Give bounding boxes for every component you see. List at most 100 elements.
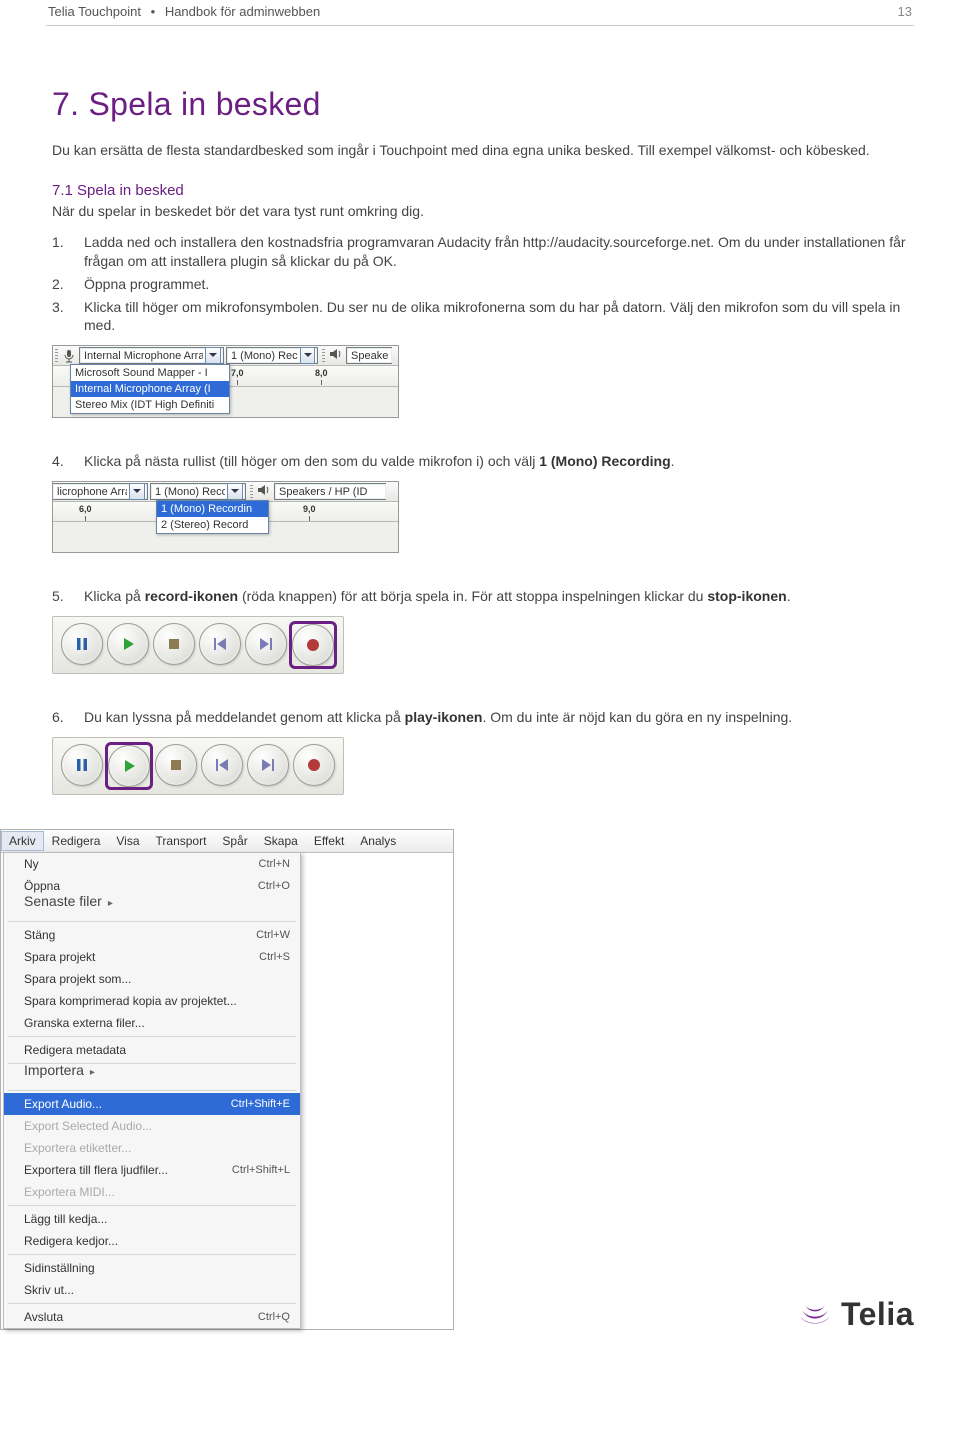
stop-button[interactable] — [155, 744, 197, 786]
telia-logo: Telia — [797, 1296, 914, 1333]
dropdown-value: licrophone Arra — [57, 486, 127, 498]
toolbar-grip — [53, 346, 59, 365]
menubar-item[interactable]: Spår — [214, 831, 255, 851]
step-text: Klicka på nästa rullist (till höger om d… — [84, 452, 675, 471]
dropdown-option[interactable]: Stereo Mix (IDT High Definiti — [71, 397, 229, 413]
subsection-heading: 7.1 Spela in besked — [52, 182, 908, 199]
speaker-icon — [329, 347, 343, 364]
transport-toolbar — [52, 616, 344, 674]
menu-item[interactable]: Importera — [4, 1066, 300, 1088]
dropdown-value: 1 (Mono) Reco — [155, 486, 225, 498]
menu-item[interactable]: AvslutaCtrl+Q — [4, 1306, 300, 1328]
menu-item[interactable]: NyCtrl+N — [4, 853, 300, 875]
skip-end-button[interactable] — [247, 744, 289, 786]
step-number: 1. — [52, 233, 68, 271]
input-device-options: Microsoft Sound Mapper - I Internal Micr… — [70, 364, 230, 414]
menu-item[interactable]: Senaste filer — [4, 897, 300, 919]
menu-item[interactable]: Spara projektCtrl+S — [4, 946, 300, 968]
toolbar-grip — [320, 346, 326, 365]
audacity-channels-dropdown-figure: licrophone Arra 1 (Mono) Reco Speakers /… — [52, 481, 399, 553]
menu-item[interactable]: Skriv ut... — [4, 1279, 300, 1301]
menubar-item[interactable]: Effekt — [306, 831, 352, 851]
dropdown-option[interactable]: 2 (Stereo) Record — [157, 517, 268, 533]
dropdown-option[interactable]: 1 (Mono) Recordin — [157, 501, 268, 517]
ruler-tick: 8,0 — [315, 368, 328, 378]
speaker-icon — [257, 483, 271, 500]
ruler-tick: 7,0 — [231, 368, 244, 378]
channels-dropdown[interactable]: 1 (Mono) Reco — [226, 347, 318, 364]
menu-item: Exportera etiketter... — [4, 1137, 300, 1159]
record-button[interactable] — [293, 744, 335, 786]
pause-button[interactable] — [61, 623, 103, 665]
chevron-down-icon — [129, 483, 145, 500]
menubar-item[interactable]: Analys — [352, 831, 404, 851]
chevron-down-icon — [205, 347, 221, 364]
dropdown-option[interactable]: Microsoft Sound Mapper - I — [71, 365, 229, 381]
skip-start-button[interactable] — [201, 744, 243, 786]
input-device-dropdown[interactable]: Internal Microphone Arra — [79, 347, 224, 364]
play-button[interactable] — [107, 623, 149, 665]
step-number: 5. — [52, 587, 68, 606]
toolbar-grip — [248, 482, 254, 501]
menu-item[interactable]: Redigera metadata — [4, 1039, 300, 1061]
dropdown-value: Speake — [351, 350, 390, 362]
arkiv-menu-figure: ArkivRedigeraVisaTransportSpårSkapaEffek… — [0, 829, 454, 1330]
transport-toolbar — [52, 737, 344, 795]
telia-wordmark: Telia — [841, 1296, 914, 1332]
step-number: 3. — [52, 298, 68, 336]
menu-item[interactable]: Sidinställning — [4, 1257, 300, 1279]
section-heading: 7. Spela in besked — [52, 86, 908, 123]
ruler-tick: 6,0 — [79, 504, 92, 514]
skip-end-button[interactable] — [245, 623, 287, 665]
product-name: Telia Touchpoint — [48, 4, 141, 19]
menubar-item[interactable]: Visa — [108, 831, 147, 851]
chevron-down-icon — [300, 347, 315, 364]
step-text: Öppna programmet. — [84, 275, 209, 294]
step-number: 6. — [52, 708, 68, 727]
dropdown-value: 1 (Mono) Reco — [231, 350, 298, 362]
menu-item[interactable]: Exportera till flera ljudfiler...Ctrl+Sh… — [4, 1159, 300, 1181]
telia-swirl-icon — [797, 1297, 833, 1333]
menubar-item[interactable]: Arkiv — [1, 831, 44, 851]
step-text: Klicka på record-ikonen (röda knappen) f… — [84, 587, 791, 606]
menubar-item[interactable]: Skapa — [256, 831, 306, 851]
chevron-down-icon — [227, 483, 243, 500]
output-device-dropdown[interactable]: Speakers / HP (ID — [274, 483, 386, 500]
skip-start-button[interactable] — [199, 623, 241, 665]
stop-button[interactable] — [153, 623, 195, 665]
menu-item[interactable]: StängCtrl+W — [4, 924, 300, 946]
channels-dropdown[interactable]: 1 (Mono) Reco — [150, 483, 246, 500]
pause-button[interactable] — [61, 744, 103, 786]
page-header: Telia Touchpoint • Handbok för adminwebb… — [46, 0, 914, 26]
menubar: ArkivRedigeraVisaTransportSpårSkapaEffek… — [1, 830, 453, 853]
intro-text: Du kan ersätta de flesta standardbesked … — [52, 141, 908, 160]
record-button[interactable] — [292, 624, 334, 666]
menubar-item[interactable]: Redigera — [44, 831, 109, 851]
menu-item[interactable]: Lägg till kedja... — [4, 1208, 300, 1230]
menu-item[interactable]: Redigera kedjor... — [4, 1230, 300, 1252]
audacity-mic-dropdown-figure: Internal Microphone Arra 1 (Mono) Reco S… — [52, 345, 399, 418]
separator-dot: • — [151, 4, 156, 19]
menu-item[interactable]: Export Audio...Ctrl+Shift+E — [4, 1093, 300, 1115]
steps-1-3: 1. Ladda ned och installera den kostnadsf… — [52, 233, 908, 335]
menu-item[interactable]: Granska externa filer... — [4, 1012, 300, 1034]
ruler-tick: 9,0 — [303, 504, 316, 514]
dropdown-value: Internal Microphone Arra — [84, 350, 203, 362]
arkiv-dropdown: NyCtrl+NÖppnaCtrl+OSenaste filerStängCtr… — [3, 852, 301, 1329]
input-device-dropdown[interactable]: licrophone Arra — [53, 483, 148, 500]
page-number: 13 — [898, 4, 912, 19]
doc-title: Handbok för adminwebben — [165, 4, 320, 19]
menu-item[interactable]: Spara komprimerad kopia av projektet... — [4, 990, 300, 1012]
step-number: 4. — [52, 452, 68, 471]
play-highlight — [107, 744, 151, 788]
dropdown-value: Speakers / HP (ID — [279, 486, 384, 498]
dropdown-option[interactable]: Internal Microphone Array (I — [71, 381, 229, 397]
menubar-item[interactable]: Transport — [148, 831, 215, 851]
microphone-icon — [62, 349, 76, 363]
play-button[interactable] — [108, 745, 150, 787]
menu-item[interactable]: Spara projekt som... — [4, 968, 300, 990]
record-highlight — [291, 623, 335, 667]
output-device-dropdown[interactable]: Speake — [346, 347, 392, 364]
step-text: Ladda ned och installera den kostnadsfri… — [84, 233, 908, 271]
step-text: Du kan lyssna på meddelandet genom att k… — [84, 708, 792, 727]
